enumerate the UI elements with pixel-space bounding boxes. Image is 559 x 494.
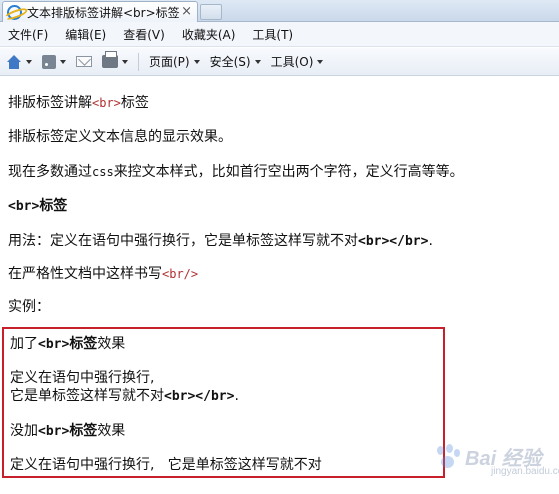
paragraph-strict: 在严格性文档中这样书写<br/> (8, 263, 198, 283)
home-button[interactable] (6, 54, 32, 69)
paragraph-usage: 用法：定义在语句中强行换行，它是单标签这样写就不对<br></br>. (8, 230, 433, 250)
print-button[interactable] (102, 51, 128, 68)
example-line-c: 定义在语句中强行换行, 它是单标签这样写就不对 (10, 457, 322, 473)
safety-menu-label: 安全(S) (209, 55, 251, 69)
page-menu-label: 页面(P) (149, 55, 190, 69)
br-title-code: <br> (8, 199, 40, 214)
br-section-title: <br>标签 (8, 195, 67, 215)
ex-added-prefix: 加了 (10, 336, 38, 352)
tab-strip: 文本排版标签讲解<br>标签 × (0, 0, 559, 22)
tab-title: 文本排版标签讲解<br>标签 (27, 5, 180, 20)
strict-text: 在严格性文档中这样书写 (8, 266, 162, 282)
css-prefix: 现在多数通过 (8, 164, 92, 180)
example-noadd-title: 没加<br>标签效果 (10, 420, 125, 440)
tools-menu-button[interactable]: 工具(O) (271, 53, 324, 70)
menu-favorites[interactable]: 收藏夹(A) (182, 26, 236, 43)
menu-edit[interactable]: 编辑(E) (65, 26, 106, 43)
ex-added-suffix: 效果 (97, 336, 126, 352)
ex-noadd-bold: 标签 (69, 423, 98, 439)
strict-code: <br/> (162, 267, 199, 281)
command-bar: 页面(P) 安全(S) 工具(O) (0, 48, 559, 76)
usage-end: . (428, 233, 433, 249)
paw-logo-icon (435, 444, 461, 470)
ex-noadd-code: <br> (38, 424, 70, 439)
menu-view[interactable]: 查看(V) (123, 26, 165, 43)
mail-icon (76, 56, 92, 67)
paragraph-definition: 排版标签定义文本信息的显示效果。 (8, 129, 232, 145)
example-highlight-box: 加了<br>标签效果 定义在语句中强行换行, 它是单标签这样写就不对<br></… (2, 327, 445, 478)
menu-tools[interactable]: 工具(T) (252, 26, 293, 43)
home-icon (6, 54, 22, 69)
mail-button[interactable] (76, 56, 92, 67)
ex-line-b-code: <br></br> (164, 389, 235, 404)
feeds-button[interactable] (42, 54, 66, 69)
chevron-down-icon (60, 59, 66, 64)
tools-menu-label: 工具(O) (270, 55, 314, 69)
new-tab-button[interactable] (200, 4, 222, 20)
page-menu-button[interactable]: 页面(P) (149, 53, 200, 70)
ex-line-b-text: 它是单标签这样写就不对 (10, 388, 164, 404)
example-label: 实例： (8, 299, 50, 315)
close-icon[interactable]: × (181, 4, 192, 19)
example-line-b: 它是单标签这样写就不对<br></br>. (10, 385, 239, 405)
ex-noadd-prefix: 没加 (10, 423, 38, 439)
menu-file[interactable]: 文件(F) (8, 26, 48, 43)
chevron-down-icon (254, 59, 261, 64)
ex-noadd-suffix: 效果 (97, 423, 126, 439)
chevron-down-icon (317, 59, 324, 64)
heading-suffix: 标签 (120, 95, 149, 111)
ex-line-b-end: . (234, 388, 239, 404)
ex-added-code: <br> (38, 337, 70, 352)
example-added-title: 加了<br>标签效果 (10, 333, 125, 353)
baidu-watermark: Bai 经验 jingyan.baidu.com (435, 440, 559, 480)
printer-icon (102, 51, 118, 68)
heading-text: 排版标签讲解 (8, 95, 92, 111)
chevron-down-icon (26, 59, 32, 64)
heading-code: <br> (92, 96, 121, 110)
page-heading: 排版标签讲解<br>标签 (8, 92, 149, 112)
chevron-down-icon (193, 59, 200, 64)
watermark-url: jingyan.baidu.com (491, 466, 559, 477)
page-content: 排版标签讲解<br>标签 排版标签定义文本信息的显示效果。 现在多数通过css来… (0, 77, 559, 494)
menu-bar: 文件(F) 编辑(E) 查看(V) 收藏夹(A) 工具(T) (0, 22, 559, 47)
br-title-text: 标签 (39, 198, 68, 214)
toolbar-separator (138, 52, 139, 71)
ie-browser-icon (7, 4, 22, 20)
css-code: css (92, 165, 114, 179)
usage-code: <br></br> (358, 234, 429, 249)
rss-icon (42, 54, 56, 69)
ex-added-bold: 标签 (69, 336, 98, 352)
css-suffix: 来控文本样式，比如首行空出两个字符，定义行高等等。 (113, 164, 464, 180)
safety-menu-button[interactable]: 安全(S) (210, 53, 261, 70)
chevron-down-icon (122, 59, 128, 64)
usage-text: 用法：定义在语句中强行换行，它是单标签这样写就不对 (8, 233, 358, 249)
tab-active[interactable]: 文本排版标签讲解<br>标签 × (2, 1, 198, 22)
paragraph-css: 现在多数通过css来控文本样式，比如首行空出两个字符，定义行高等等。 (8, 161, 464, 181)
example-line-a: 定义在语句中强行换行, (10, 370, 155, 386)
